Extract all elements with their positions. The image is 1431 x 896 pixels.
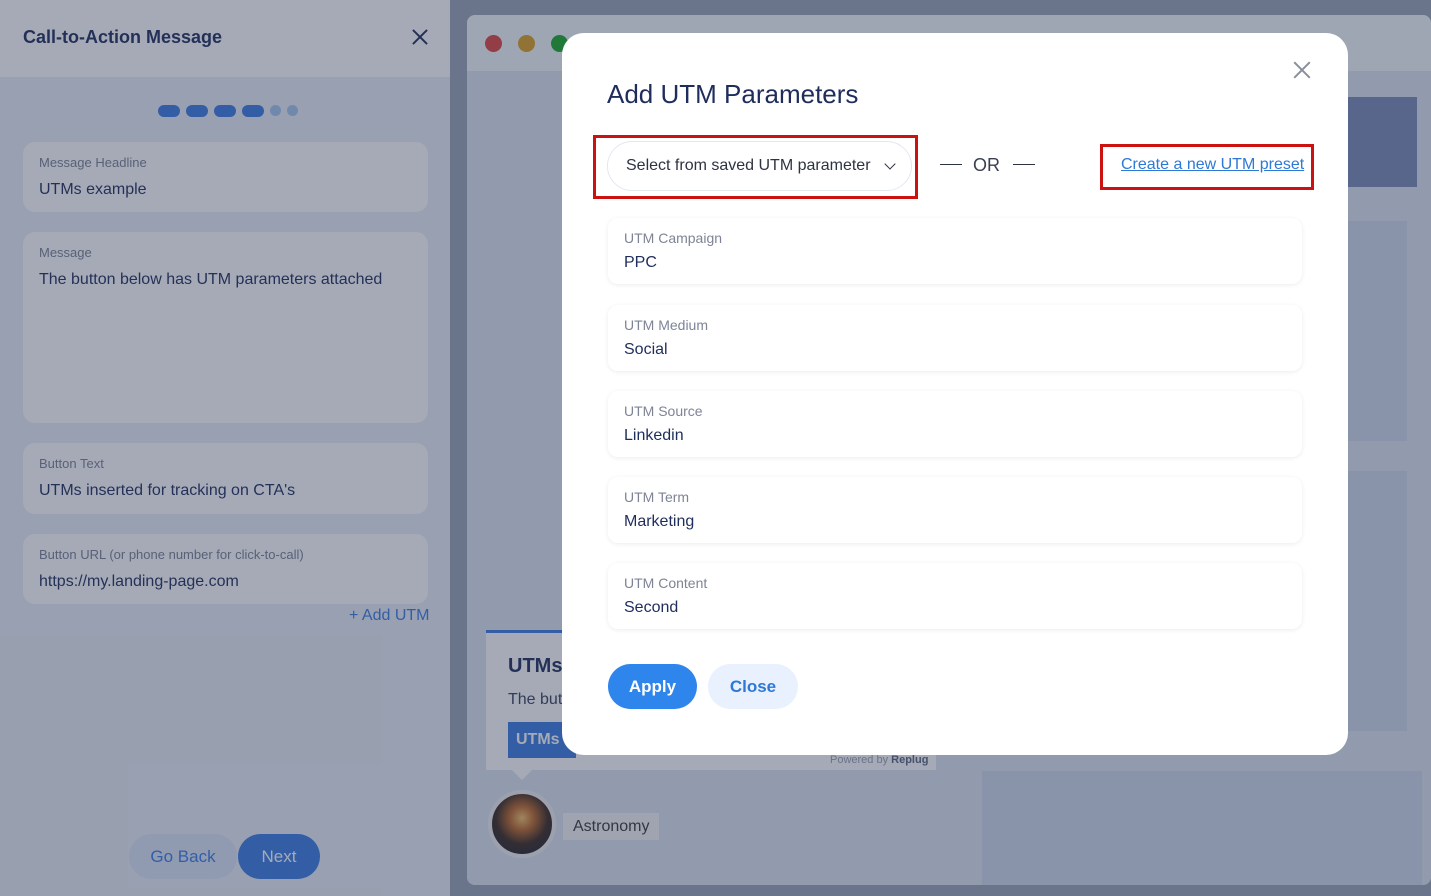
modal-title: Add UTM Parameters [607,79,859,109]
utm-term-field[interactable]: UTM Term Marketing [608,477,1302,543]
utm-campaign-value[interactable]: PPC [624,254,657,272]
utm-medium-field[interactable]: UTM Medium Social [608,305,1302,371]
link-highlight-box [1100,144,1314,190]
utm-content-field[interactable]: UTM Content Second [608,563,1302,629]
utm-source-field[interactable]: UTM Source Linkedin [608,391,1302,457]
utm-content-value[interactable]: Second [624,599,678,617]
utm-term-label: UTM Term [624,489,690,505]
utm-medium-value[interactable]: Social [624,341,668,359]
or-divider-right [1013,164,1035,165]
or-divider-left [940,164,962,165]
utm-source-label: UTM Source [624,403,703,419]
utm-source-value[interactable]: Linkedin [624,427,684,445]
or-separator: OR [973,155,1000,175]
apply-button[interactable]: Apply [608,664,697,709]
close-icon[interactable] [1291,59,1313,81]
utm-campaign-label: UTM Campaign [624,230,723,246]
utm-medium-label: UTM Medium [624,317,709,333]
utm-term-value[interactable]: Marketing [624,513,694,531]
utm-content-label: UTM Content [624,575,708,591]
utm-campaign-field[interactable]: UTM Campaign PPC [608,218,1302,284]
add-utm-modal: Add UTM Parameters Select from saved UTM… [562,33,1348,755]
close-button[interactable]: Close [708,664,798,709]
select-highlight-box [593,135,918,199]
